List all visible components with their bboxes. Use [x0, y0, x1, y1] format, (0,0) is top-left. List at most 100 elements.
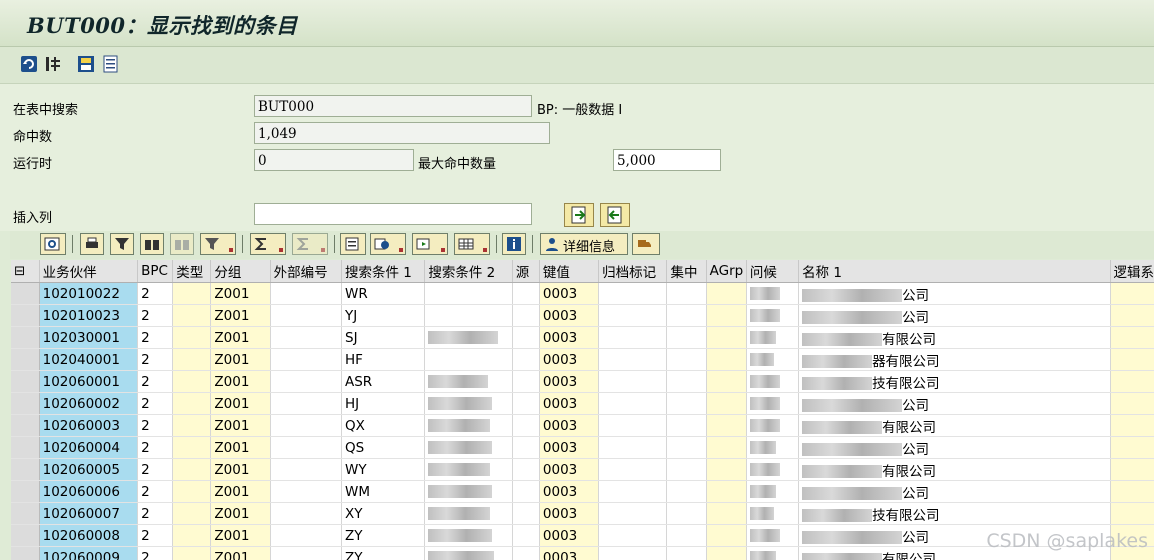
row-selector[interactable] [11, 326, 40, 349]
runtime-label: 运行时 [13, 157, 53, 172]
find-button[interactable] [140, 233, 164, 255]
table-row[interactable]: 102010023 2 Z001 YJ 0003 公司 [11, 304, 1154, 327]
row-selector[interactable] [11, 392, 40, 415]
column-header[interactable]: 键值 [539, 260, 600, 283]
cell-greet [746, 480, 800, 503]
insert-column-button[interactable] [564, 203, 594, 227]
column-header[interactable]: 归档标记 [598, 260, 668, 283]
insert-column-label: 插入列 [13, 211, 53, 226]
row-selector[interactable] [11, 524, 40, 547]
column-header[interactable]: 逻辑系统 [1110, 260, 1154, 283]
cell-s1: ASR [341, 370, 426, 393]
cell-partner: 102060006 [39, 480, 139, 503]
cell-key: 0003 [539, 326, 600, 349]
subtotal-button[interactable] [292, 233, 328, 255]
cell-s2 [424, 414, 513, 437]
table-row[interactable]: 102040001 2 Z001 HF 0003 器有限公司 [11, 348, 1154, 371]
max-hits-field[interactable]: 5,000 [613, 149, 721, 171]
cell-group: Z001 [210, 458, 271, 481]
delete-column-button[interactable] [600, 203, 630, 227]
cell-s2 [424, 304, 513, 327]
layout-icon [458, 238, 474, 250]
cell-logical-system [1110, 304, 1154, 327]
column-header[interactable]: 搜索条件 1 [341, 260, 426, 283]
column-icon[interactable] [44, 55, 62, 73]
hits-label: 命中数 [13, 130, 53, 145]
view-button[interactable] [412, 233, 448, 255]
info-button[interactable] [502, 233, 526, 255]
column-header[interactable]: 分组 [210, 260, 271, 283]
print-preview-button[interactable] [340, 233, 366, 255]
table-row[interactable]: 102060003 2 Z001 QX 0003 有限公司 [11, 414, 1154, 437]
cell-name: 公司 [798, 282, 1111, 305]
company-name: 有限公司 [882, 551, 937, 560]
insert-column-input[interactable] [254, 203, 532, 225]
document-icon [345, 237, 359, 251]
cell-ext [270, 546, 343, 560]
cell-key: 0003 [539, 370, 600, 393]
column-header[interactable]: AGrp [706, 260, 747, 283]
cell-agrp [706, 546, 747, 560]
column-header[interactable]: 源 [512, 260, 540, 283]
row-selector[interactable] [11, 414, 40, 437]
magnifier-icon [44, 237, 60, 251]
details-button[interactable] [40, 233, 66, 255]
table-row[interactable]: 102060005 2 Z001 WY 0003 有限公司 [11, 458, 1154, 481]
company-name: 有限公司 [882, 419, 937, 436]
row-selector[interactable] [11, 480, 40, 503]
row-selector[interactable] [11, 348, 40, 371]
table-row[interactable]: 102060004 2 Z001 QS 0003 公司 [11, 436, 1154, 459]
transport-button[interactable] [632, 233, 660, 255]
application-toolbar [0, 47, 1154, 84]
select-all-icon[interactable]: ⊟ [11, 260, 40, 283]
set-filter-button[interactable] [200, 233, 236, 255]
cell-src [512, 392, 540, 415]
column-header[interactable]: 业务伙伴 [39, 260, 139, 283]
row-selector[interactable] [11, 436, 40, 459]
cell-s1: WY [341, 458, 426, 481]
cell-ext [270, 436, 343, 459]
table-row[interactable]: 102060006 2 Z001 WM 0003 公司 [11, 480, 1154, 503]
column-header[interactable]: 问候 [746, 260, 800, 283]
column-header[interactable]: 搜索条件 2 [424, 260, 513, 283]
column-header[interactable]: 外部编号 [270, 260, 343, 283]
company-name: 器有限公司 [872, 353, 940, 370]
column-header[interactable]: BPC [137, 260, 174, 283]
column-header[interactable]: 名称 1 [798, 260, 1111, 283]
table-row[interactable]: 102010022 2 Z001 WR 0003 公司 [11, 282, 1154, 305]
row-selector[interactable] [11, 502, 40, 525]
print-button[interactable] [80, 233, 104, 255]
page-title: BUT000：显示找到的条目 [27, 13, 298, 38]
row-selector[interactable] [11, 370, 40, 393]
cell-partner: 102010023 [39, 304, 139, 327]
save-icon[interactable] [77, 55, 95, 73]
table-row[interactable]: 102060002 2 Z001 HJ 0003 公司 [11, 392, 1154, 415]
cell-arch [598, 502, 668, 525]
column-header[interactable]: 类型 [172, 260, 212, 283]
cell-greet [746, 370, 800, 393]
cell-type [172, 370, 212, 393]
table-row[interactable]: 102060009 2 Z001 ZY 0003 有限公司 [11, 546, 1154, 560]
export-button[interactable] [370, 233, 406, 255]
row-selector[interactable] [11, 458, 40, 481]
row-selector[interactable] [11, 304, 40, 327]
row-selector[interactable] [11, 546, 40, 560]
cell-greet [746, 304, 800, 327]
layout-button[interactable] [454, 233, 490, 255]
table-row[interactable]: 102030001 2 Z001 SJ 0003 有限公司 [11, 326, 1154, 349]
find-next-button[interactable] [170, 233, 194, 255]
detail-info-button[interactable]: 详细信息 [540, 233, 628, 255]
table-row[interactable]: 102060008 2 Z001 ZY 0003 公司 [11, 524, 1154, 547]
company-name: 技有限公司 [872, 375, 940, 392]
cell-agrp [706, 370, 747, 393]
cell-central [666, 348, 707, 371]
table-row[interactable]: 102060007 2 Z001 XY 0003 技有限公司 [11, 502, 1154, 525]
list-icon[interactable] [102, 55, 120, 73]
refresh-icon[interactable] [20, 55, 38, 73]
table-row[interactable]: 102060001 2 Z001 ASR 0003 技有限公司 [11, 370, 1154, 393]
filter-button[interactable] [110, 233, 134, 255]
cell-partner: 102060001 [39, 370, 139, 393]
column-header[interactable]: 集中 [666, 260, 707, 283]
row-selector[interactable] [11, 282, 40, 305]
sum-button[interactable] [250, 233, 286, 255]
